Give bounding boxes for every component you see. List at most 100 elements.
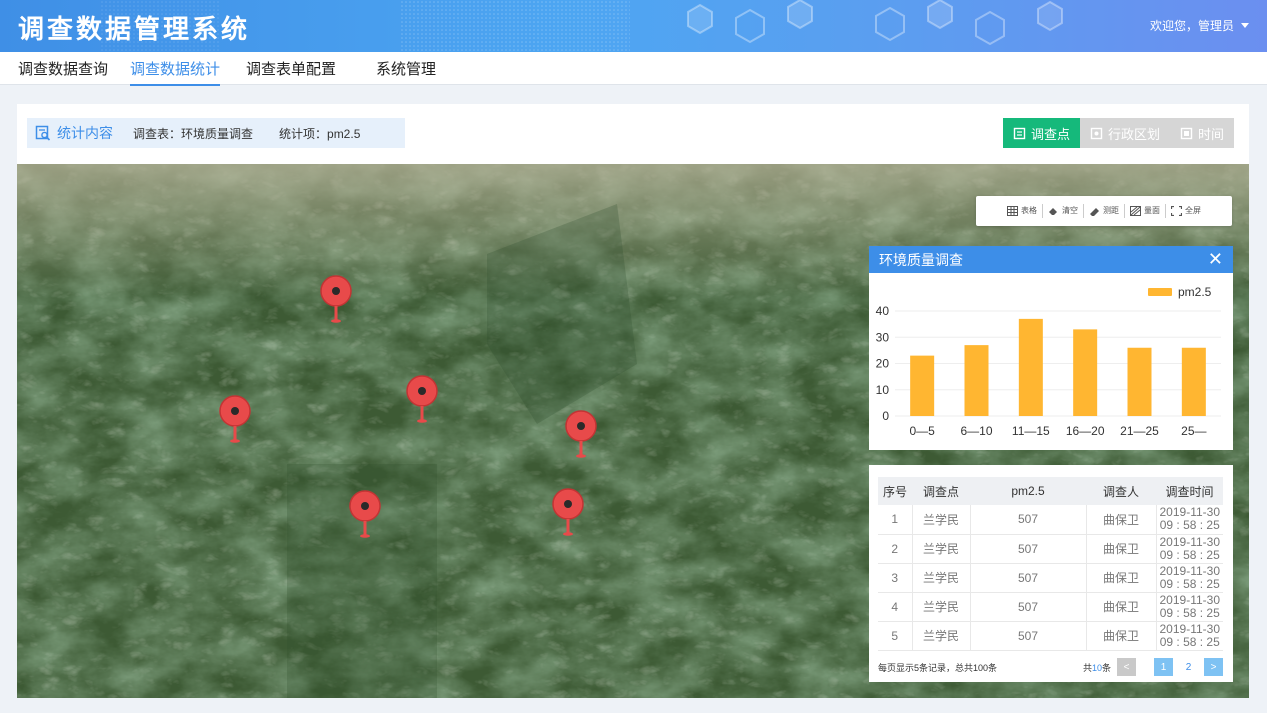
pager-total-count: 10 bbox=[1091, 662, 1102, 673]
cell-time: 2019-11-30 09 : 58 : 25 bbox=[1156, 505, 1223, 535]
cell-date: 2019-11-30 bbox=[1159, 534, 1221, 549]
tool-table-button[interactable]: 表格 bbox=[1002, 204, 1043, 218]
cell-person: 曲保卫 bbox=[1086, 592, 1157, 622]
nav-item-system-admin[interactable]: 系统管理 bbox=[376, 58, 436, 84]
pager-total: 共10条 bbox=[1083, 661, 1111, 674]
admin-division-icon bbox=[1090, 127, 1103, 139]
cell-value: 507 bbox=[970, 534, 1087, 564]
pagination: 每页显示5条记录，总共100条 共10条 < 1 2 > bbox=[878, 657, 1223, 677]
map-view[interactable]: 表格 清空 测距 量面 全屏 环境质量调查 ✕ 0 10 20 30 40 0—… bbox=[17, 164, 1249, 698]
cell-clock: 09 : 58 : 25 bbox=[1159, 547, 1220, 562]
col-header-pm25: pm2.5 bbox=[970, 477, 1086, 505]
survey-point-marker[interactable] bbox=[564, 409, 598, 461]
stat-content-bar: 统计内容 调查表：环境质量调查 统计项：pm2.5 bbox=[27, 118, 405, 148]
y-tick-label: 30 bbox=[876, 330, 890, 344]
table-row[interactable]: 4 兰学民 507 曲保卫 2019-11-30 09 : 58 : 25 bbox=[878, 592, 1223, 622]
tool-fullscreen-label: 全屏 bbox=[1185, 206, 1201, 215]
cell-clock: 09 : 58 : 25 bbox=[1159, 518, 1220, 533]
x-tick-label: 6—10 bbox=[960, 424, 992, 438]
bar bbox=[1127, 347, 1152, 416]
table-row[interactable]: 1 兰学民 507 曲保卫 2019-11-30 09 : 58 : 25 bbox=[878, 505, 1223, 535]
survey-point-marker[interactable] bbox=[551, 487, 585, 539]
table-row[interactable]: 2 兰学民 507 曲保卫 2019-11-30 09 : 58 : 25 bbox=[878, 534, 1223, 564]
cell-date: 2019-11-30 bbox=[1159, 563, 1221, 578]
user-menu[interactable]: 欢迎您，管理员 bbox=[1150, 17, 1249, 34]
pager-prev-button[interactable]: < bbox=[1117, 658, 1136, 676]
cell-person: 曲保卫 bbox=[1086, 621, 1157, 651]
cell-value: 507 bbox=[970, 621, 1087, 651]
cell-clock: 09 : 58 : 25 bbox=[1159, 576, 1220, 591]
chevron-down-icon bbox=[1241, 23, 1249, 28]
survey-point-marker[interactable] bbox=[348, 489, 382, 541]
time-icon bbox=[1180, 127, 1193, 139]
map-toolbar: 表格 清空 测距 量面 全屏 bbox=[976, 196, 1232, 226]
cell-time: 2019-11-30 09 : 58 : 25 bbox=[1156, 534, 1223, 564]
mode-survey-point-label: 调查点 bbox=[1030, 126, 1070, 142]
statistics-panel: 统计内容 调查表：环境质量调查 统计项：pm2.5 调查点 行政区划 时间 表格… bbox=[17, 104, 1249, 698]
cell-index: 4 bbox=[878, 592, 913, 622]
cell-index: 5 bbox=[878, 621, 913, 651]
nav-item-form-config[interactable]: 调查表单配置 bbox=[246, 58, 336, 84]
mode-admin-division-button[interactable]: 行政区划 bbox=[1079, 118, 1170, 148]
fullscreen-icon bbox=[1171, 206, 1182, 216]
survey-point-marker[interactable] bbox=[405, 374, 439, 426]
cell-point: 兰学民 bbox=[912, 505, 971, 535]
pager-next-button[interactable]: > bbox=[1204, 658, 1223, 676]
cell-date: 2019-11-30 bbox=[1159, 621, 1221, 636]
col-header-time: 调查时间 bbox=[1156, 477, 1223, 505]
tool-table-label: 表格 bbox=[1021, 206, 1037, 215]
legend-swatch bbox=[1148, 288, 1172, 296]
nav-item-data-query[interactable]: 调查数据查询 bbox=[18, 58, 108, 84]
y-tick-label: 20 bbox=[876, 357, 890, 371]
x-tick-label: 0—5 bbox=[909, 424, 935, 438]
bar bbox=[1073, 329, 1098, 416]
cell-date: 2019-11-30 bbox=[1159, 592, 1221, 607]
nav-item-data-statistics[interactable]: 调查数据统计 bbox=[130, 58, 221, 86]
pm25-bar-chart: 0 10 20 30 40 0—5 6—10 11—15 16—20 21—25 25— pm2.5 bbox=[876, 285, 1221, 438]
cell-date: 2019-11-30 bbox=[1159, 505, 1221, 520]
cell-person: 曲保卫 bbox=[1086, 505, 1157, 535]
area-icon bbox=[1130, 206, 1141, 216]
survey-point-marker[interactable] bbox=[218, 394, 252, 446]
tool-clear-button[interactable]: 清空 bbox=[1043, 204, 1084, 218]
pager-page-2[interactable]: 2 bbox=[1179, 658, 1198, 676]
cell-index: 2 bbox=[878, 534, 913, 564]
cell-point: 兰学民 bbox=[912, 592, 971, 622]
tool-measure-area-button[interactable]: 量面 bbox=[1125, 204, 1166, 218]
tool-measure-area-label: 量面 bbox=[1144, 206, 1160, 215]
tool-measure-distance-button[interactable]: 测距 bbox=[1084, 204, 1125, 218]
cell-time: 2019-11-30 09 : 58 : 25 bbox=[1156, 563, 1223, 593]
cell-index: 1 bbox=[878, 505, 913, 535]
pager-page-1[interactable]: 1 bbox=[1154, 658, 1173, 676]
mode-time-label: 时间 bbox=[1197, 126, 1224, 142]
pager-total-prefix: 共 bbox=[1082, 662, 1092, 673]
col-header-point: 调查点 bbox=[912, 477, 970, 505]
user-greeting: 欢迎您，管理员 bbox=[1149, 19, 1234, 33]
tool-fullscreen-button[interactable]: 全屏 bbox=[1166, 204, 1206, 218]
cell-time: 2019-11-30 09 : 58 : 25 bbox=[1156, 621, 1223, 651]
ruler-icon bbox=[1090, 208, 1099, 216]
col-header-person: 调查人 bbox=[1086, 477, 1156, 505]
y-tick-label: 40 bbox=[876, 304, 890, 318]
cell-value: 507 bbox=[970, 592, 1087, 622]
cell-person: 曲保卫 bbox=[1086, 563, 1157, 593]
survey-point-marker[interactable] bbox=[319, 274, 353, 326]
app-title: 调查数据管理系统 bbox=[18, 14, 251, 44]
close-icon[interactable]: ✕ bbox=[1208, 249, 1223, 269]
bar bbox=[1018, 318, 1043, 416]
chart-popup-header: 环境质量调查 ✕ bbox=[869, 246, 1233, 273]
table-header-row: 序号 调查点 pm2.5 调查人 调查时间 bbox=[878, 477, 1223, 505]
mode-time-button[interactable]: 时间 bbox=[1169, 118, 1234, 148]
main-nav: 调查数据查询 调查数据统计 调查表单配置 系统管理 bbox=[0, 52, 1267, 86]
tool-measure-distance-label: 测距 bbox=[1103, 206, 1119, 215]
chart-popup: 环境质量调查 ✕ 0 10 20 30 40 0—5 6—10 11—15 16—20 21—25… bbox=[869, 246, 1233, 450]
mode-survey-point-button[interactable]: 调查点 bbox=[1002, 118, 1080, 148]
cell-clock: 09 : 58 : 25 bbox=[1159, 634, 1220, 649]
chart-popup-title: 环境质量调查 bbox=[879, 251, 963, 268]
survey-point-icon bbox=[1013, 127, 1026, 139]
table-row[interactable]: 3 兰学民 507 曲保卫 2019-11-30 09 : 58 : 25 bbox=[878, 563, 1223, 593]
cell-point: 兰学民 bbox=[912, 534, 971, 564]
table-row[interactable]: 5 兰学民 507 曲保卫 2019-11-30 09 : 58 : 25 bbox=[878, 621, 1223, 651]
cell-time: 2019-11-30 09 : 58 : 25 bbox=[1156, 592, 1223, 622]
tool-clear-label: 清空 bbox=[1062, 206, 1078, 215]
